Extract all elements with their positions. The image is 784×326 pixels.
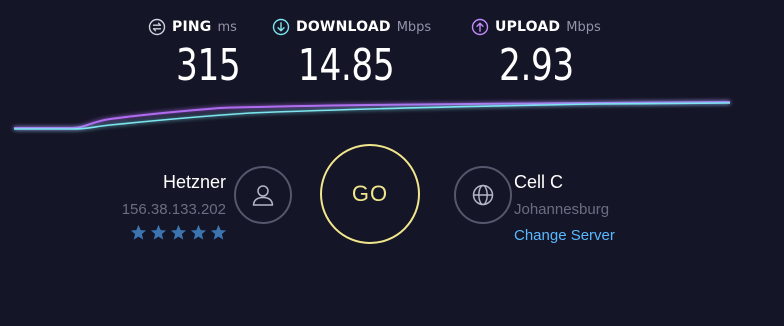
download-arrow-icon [272, 18, 290, 36]
ping-metric: PING ms [148, 18, 237, 36]
star-icon [210, 224, 227, 240]
star-icon [190, 224, 207, 240]
upload-value: 2.93 [499, 40, 574, 91]
isp-user-icon [234, 166, 292, 224]
ping-unit: ms [217, 19, 237, 35]
star-icon [170, 224, 187, 240]
upload-arrow-icon [471, 18, 489, 36]
star-icon [130, 224, 147, 240]
upload-metric: UPLOAD Mbps [471, 18, 601, 36]
server-location: Johannesburg [514, 201, 610, 218]
download-unit: Mbps [396, 19, 432, 35]
server-globe-icon[interactable] [454, 166, 512, 224]
globe-icon [472, 184, 494, 206]
upload-label: UPLOAD [495, 19, 561, 35]
download-label: DOWNLOAD [296, 19, 391, 35]
download-value: 14.85 [298, 40, 395, 91]
speed-graph [14, 101, 731, 130]
ping-value: 315 [176, 40, 241, 91]
isp-name: Hetzner [162, 172, 226, 192]
download-line [14, 102, 731, 130]
download-metric: DOWNLOAD Mbps [272, 18, 431, 36]
isp-rating [130, 224, 227, 241]
isp-ip-address: 156.38.133.202 [121, 201, 226, 218]
user-icon [252, 185, 274, 206]
server-name: Cell C [514, 172, 564, 192]
ping-icon [148, 18, 166, 36]
go-button[interactable]: GO [320, 144, 420, 244]
upload-unit: Mbps [566, 19, 601, 35]
ping-label: PING [172, 19, 212, 35]
star-icon [150, 224, 167, 240]
change-server-link[interactable]: Change Server [514, 227, 615, 244]
